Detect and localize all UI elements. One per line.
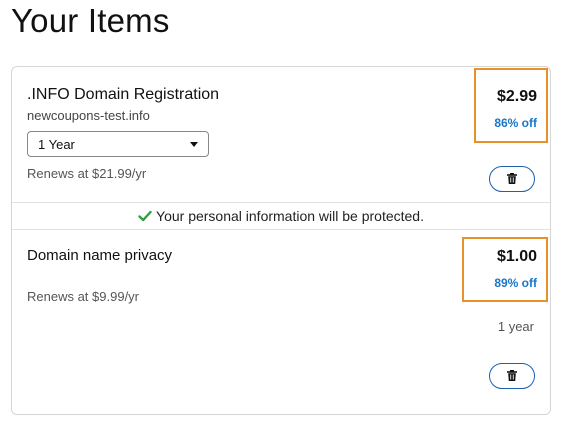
privacy-notice-text: Your personal information will be protec…: [156, 208, 424, 224]
checkmark-icon: [138, 210, 152, 222]
remove-item-button[interactable]: [489, 363, 535, 389]
trash-icon: [507, 173, 517, 184]
discount-label: 89% off: [494, 276, 537, 290]
caret-down-icon: [190, 142, 198, 147]
divider: [12, 202, 550, 203]
page-title: Your Items: [11, 2, 170, 39]
item-price: $1.00: [496, 248, 537, 265]
discount-label: 86% off: [494, 116, 537, 130]
item-name-domain-privacy: Domain name privacy: [27, 247, 173, 264]
trash-icon: [507, 370, 517, 381]
renewal-price-text: Renews at $9.99/yr: [27, 289, 140, 304]
cart-items-card: .INFO Domain Registration newcoupons-tes…: [11, 66, 551, 415]
term-length-text: 1 year: [497, 319, 534, 334]
term-select-value: 1 Year: [38, 137, 75, 152]
item-price: $2.99: [496, 88, 537, 105]
item-name-info-domain: .INFO Domain Registration: [27, 86, 220, 103]
term-length-select[interactable]: 1 Year: [27, 131, 209, 157]
privacy-protection-notice: Your personal information will be protec…: [12, 208, 550, 224]
renewal-price-text: Renews at $21.99/yr: [27, 166, 147, 181]
item-domain-name: newcoupons-test.info: [27, 108, 150, 123]
price-highlight-box: $2.99 86% off: [474, 68, 548, 143]
price-highlight-box: $1.00 89% off: [462, 237, 548, 302]
remove-item-button[interactable]: [489, 166, 535, 192]
divider: [12, 229, 550, 230]
